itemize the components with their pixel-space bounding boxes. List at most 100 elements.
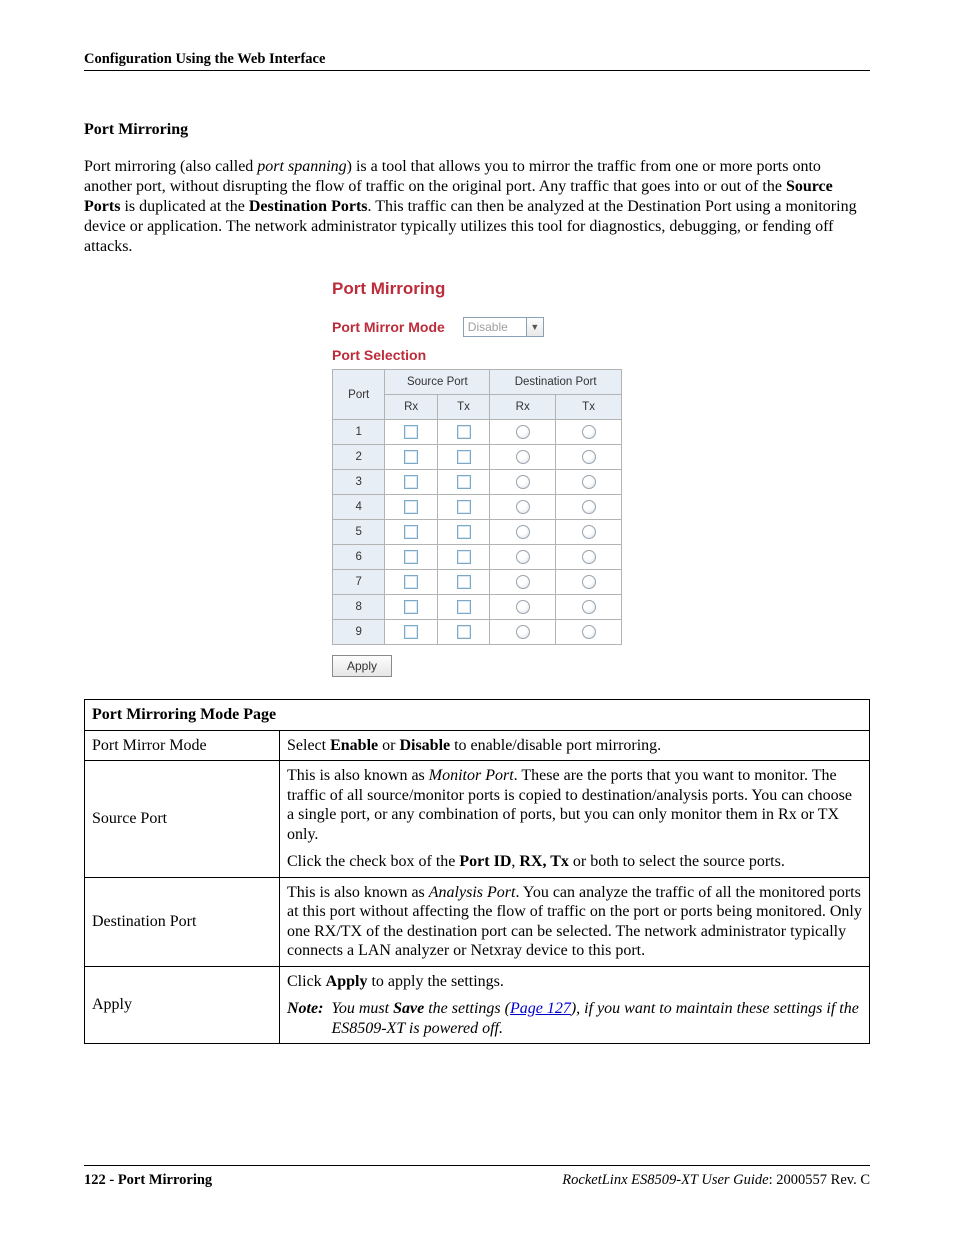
src-tx-cell	[437, 595, 489, 620]
checkbox-icon[interactable]	[457, 500, 471, 514]
table-row: 7	[333, 570, 622, 595]
dst-tx-cell	[556, 620, 622, 645]
checkbox-icon[interactable]	[404, 575, 418, 589]
radio-icon[interactable]	[516, 625, 530, 639]
src-rx-cell	[385, 595, 437, 620]
page-footer: 122 - Port Mirroring RocketLinx ES8509-X…	[84, 1165, 870, 1189]
checkbox-icon[interactable]	[457, 625, 471, 639]
table-row: 1	[333, 420, 622, 445]
text: Click the check box of the	[287, 853, 459, 870]
text: or	[378, 737, 399, 754]
selection-label: Port Selection	[332, 347, 622, 363]
checkbox-icon[interactable]	[404, 525, 418, 539]
text: the settings (	[424, 1000, 510, 1017]
port-number: 1	[333, 420, 385, 445]
col-dst-tx: Tx	[556, 395, 622, 420]
src-rx-cell	[385, 545, 437, 570]
row-desc: Select Enable or Disable to enable/disab…	[280, 730, 870, 761]
dst-tx-cell	[556, 470, 622, 495]
checkbox-icon[interactable]	[457, 575, 471, 589]
radio-icon[interactable]	[582, 600, 596, 614]
radio-icon[interactable]	[516, 575, 530, 589]
checkbox-icon[interactable]	[457, 550, 471, 564]
table-row: 6	[333, 545, 622, 570]
checkbox-icon[interactable]	[457, 600, 471, 614]
text: This is also known as	[287, 884, 429, 901]
col-source-port: Source Port	[385, 370, 490, 395]
dst-rx-cell	[490, 495, 556, 520]
checkbox-icon[interactable]	[404, 475, 418, 489]
page-link[interactable]: Page 127	[510, 1000, 571, 1017]
dst-rx-cell	[490, 445, 556, 470]
checkbox-icon[interactable]	[404, 450, 418, 464]
port-number: 4	[333, 495, 385, 520]
checkbox-icon[interactable]	[404, 425, 418, 439]
radio-icon[interactable]	[582, 450, 596, 464]
table-row: 9	[333, 620, 622, 645]
term-destination-ports: Destination Ports	[249, 198, 368, 215]
table-row: 8	[333, 595, 622, 620]
mode-select-value: Disable	[464, 319, 526, 336]
note-key: Note:	[287, 999, 323, 1019]
footer-right: RocketLinx ES8509-XT User Guide: 2000557…	[562, 1172, 870, 1189]
checkbox-icon[interactable]	[404, 625, 418, 639]
checkbox-icon[interactable]	[457, 425, 471, 439]
radio-icon[interactable]	[516, 550, 530, 564]
radio-icon[interactable]	[516, 600, 530, 614]
radio-icon[interactable]	[516, 500, 530, 514]
radio-icon[interactable]	[582, 425, 596, 439]
dst-tx-cell	[556, 545, 622, 570]
radio-icon[interactable]	[582, 500, 596, 514]
checkbox-icon[interactable]	[457, 475, 471, 489]
radio-icon[interactable]	[516, 450, 530, 464]
running-header-text: Configuration Using the Web Interface	[84, 51, 325, 67]
row-desc: This is also known as Monitor Port. Thes…	[280, 761, 870, 878]
text-bold: Enable	[330, 737, 378, 754]
apply-button[interactable]: Apply	[332, 655, 392, 677]
dst-rx-cell	[490, 420, 556, 445]
table-row: 5	[333, 520, 622, 545]
col-src-tx: Tx	[437, 395, 489, 420]
src-rx-cell	[385, 570, 437, 595]
radio-icon[interactable]	[516, 475, 530, 489]
dst-tx-cell	[556, 570, 622, 595]
checkbox-icon[interactable]	[404, 600, 418, 614]
radio-icon[interactable]	[582, 550, 596, 564]
radio-icon[interactable]	[582, 475, 596, 489]
port-mirroring-figure: Port Mirroring Port Mirror Mode Disable …	[332, 279, 622, 677]
dst-rx-cell	[490, 545, 556, 570]
row-desc: Click Apply to apply the settings. Note:…	[280, 966, 870, 1044]
checkbox-icon[interactable]	[404, 500, 418, 514]
dst-tx-cell	[556, 445, 622, 470]
text: or both to select the source ports.	[569, 853, 785, 870]
dst-tx-cell	[556, 520, 622, 545]
row-label: Apply	[85, 966, 280, 1044]
table-row: 4	[333, 495, 622, 520]
checkbox-icon[interactable]	[457, 450, 471, 464]
col-dst-rx: Rx	[490, 395, 556, 420]
radio-icon[interactable]	[582, 525, 596, 539]
radio-icon[interactable]	[516, 425, 530, 439]
table-row: Port Mirror Mode Select Enable or Disabl…	[85, 730, 870, 761]
radio-icon[interactable]	[516, 525, 530, 539]
row-label: Port Mirror Mode	[85, 730, 280, 761]
checkbox-icon[interactable]	[404, 550, 418, 564]
intro-paragraph: Port mirroring (also called port spannin…	[84, 157, 870, 257]
radio-icon[interactable]	[582, 575, 596, 589]
text-italic: Monitor Port	[429, 767, 514, 784]
description-table: Port Mirroring Mode Page Port Mirror Mod…	[84, 699, 870, 1044]
src-rx-cell	[385, 495, 437, 520]
footer-left: 122 - Port Mirroring	[84, 1172, 212, 1189]
port-number: 9	[333, 620, 385, 645]
dst-tx-cell	[556, 420, 622, 445]
radio-icon[interactable]	[582, 625, 596, 639]
dst-tx-cell	[556, 495, 622, 520]
src-rx-cell	[385, 445, 437, 470]
port-number: 8	[333, 595, 385, 620]
mode-select[interactable]: Disable ▼	[463, 317, 544, 337]
checkbox-icon[interactable]	[457, 525, 471, 539]
table-row: 2	[333, 445, 622, 470]
text: You must	[331, 1000, 393, 1017]
src-tx-cell	[437, 620, 489, 645]
src-rx-cell	[385, 620, 437, 645]
